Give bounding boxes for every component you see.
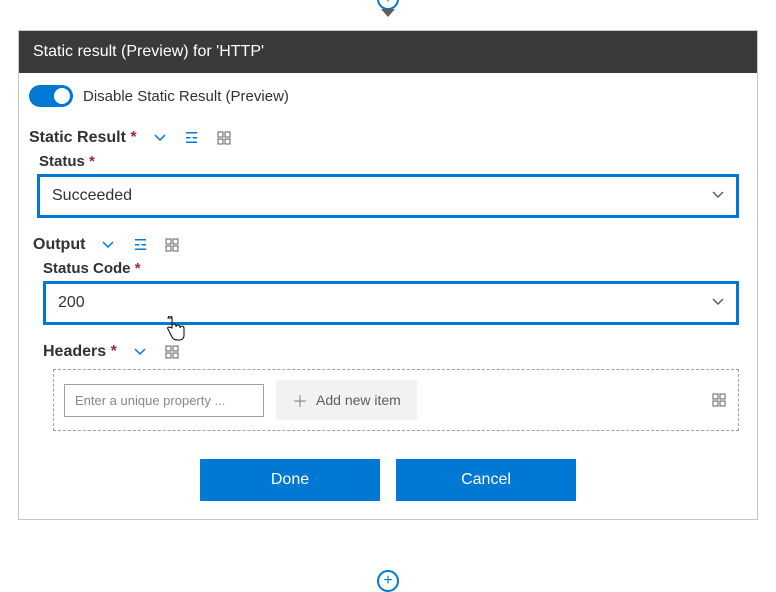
- property-name-input[interactable]: [64, 384, 264, 417]
- output-section-header: Output: [33, 236, 747, 254]
- cancel-button[interactable]: Cancel: [396, 459, 576, 501]
- status-code-label-text: Status Code: [43, 260, 131, 277]
- list-icon[interactable]: [131, 236, 149, 254]
- plus-icon: ＋: [292, 388, 308, 412]
- schema-icon[interactable]: [163, 236, 181, 254]
- status-label-text: Status: [39, 153, 85, 170]
- chevron-down-icon[interactable]: [99, 236, 117, 254]
- static-result-label: Static Result *: [29, 129, 137, 147]
- bottom-connector: +: [377, 570, 399, 592]
- schema-icon[interactable]: [215, 129, 233, 147]
- arrow-down-icon: [381, 9, 395, 17]
- add-step-bottom-button[interactable]: +: [377, 570, 399, 592]
- status-code-label: Status Code *: [43, 260, 747, 277]
- status-label: Status *: [39, 153, 747, 170]
- required-indicator: *: [89, 153, 95, 170]
- top-connector: +: [368, 0, 408, 30]
- static-result-label-text: Static Result: [29, 129, 126, 146]
- toggle-row: Disable Static Result (Preview): [29, 85, 747, 107]
- static-result-section-header: Static Result *: [29, 129, 747, 147]
- add-item-label: Add new item: [316, 392, 401, 408]
- chevron-down-icon: [712, 189, 724, 204]
- schema-icon[interactable]: [710, 391, 728, 409]
- status-value: Succeeded: [52, 187, 132, 205]
- headers-container: ＋ Add new item: [53, 369, 739, 431]
- output-label: Output: [33, 236, 85, 254]
- add-header-button[interactable]: ＋ Add new item: [276, 380, 417, 420]
- headers-label-text: Headers: [43, 343, 106, 360]
- button-row: Done Cancel: [29, 459, 747, 501]
- status-code-select[interactable]: 200: [43, 281, 739, 325]
- schema-icon[interactable]: [163, 343, 181, 361]
- panel-title: Static result (Preview) for 'HTTP': [19, 31, 757, 73]
- status-select[interactable]: Succeeded: [37, 174, 739, 218]
- required-indicator: *: [111, 343, 117, 360]
- static-result-panel: Static result (Preview) for 'HTTP' Disab…: [18, 30, 758, 520]
- headers-label: Headers *: [43, 343, 117, 361]
- headers-section-header: Headers *: [43, 343, 747, 361]
- chevron-down-icon[interactable]: [131, 343, 149, 361]
- toggle-label: Disable Static Result (Preview): [83, 88, 289, 105]
- done-button[interactable]: Done: [200, 459, 380, 501]
- required-indicator: *: [135, 260, 141, 277]
- static-result-toggle[interactable]: [29, 85, 73, 107]
- chevron-down-icon[interactable]: [151, 129, 169, 147]
- list-icon[interactable]: [183, 129, 201, 147]
- chevron-down-icon: [712, 296, 724, 311]
- required-indicator: *: [130, 129, 136, 146]
- status-code-value: 200: [58, 294, 85, 312]
